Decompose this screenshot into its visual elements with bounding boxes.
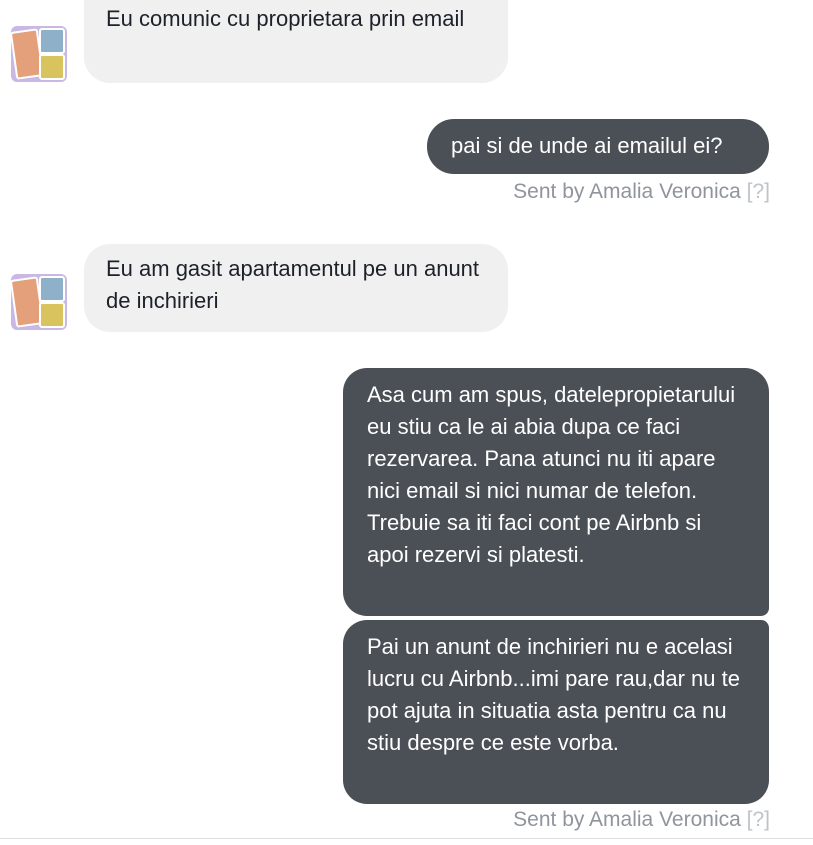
message-text: pai si de unde ai emailul ei?	[451, 133, 723, 158]
incoming-bubble[interactable]: Eu comunic cu proprietara prin email	[84, 0, 508, 83]
sent-by-text: Sent by Amalia Veronica	[513, 808, 741, 831]
outgoing-bubble[interactable]: pai si de unde ai emailul ei?	[427, 119, 769, 174]
message-text: Eu comunic cu proprietara prin email	[106, 6, 465, 31]
sent-by-text: Sent by Amalia Veronica	[513, 180, 741, 203]
incoming-message: Eu comunic cu proprietara prin email	[0, 0, 813, 90]
help-link[interactable]: [?]	[747, 180, 770, 203]
incoming-bubble[interactable]: Eu am gasit apartamentul pe un anunt de …	[84, 244, 508, 332]
incoming-message: Eu am gasit apartamentul pe un anunt de …	[0, 240, 813, 335]
message-text: Eu am gasit apartamentul pe un anunt de …	[106, 256, 480, 313]
outgoing-message: pai si de unde ai emailul ei? Sent by Am…	[0, 110, 813, 215]
outgoing-bubble[interactable]: Asa cum am spus, datelepropietarului eu …	[343, 368, 769, 616]
message-text: Asa cum am spus, datelepropietarului eu …	[367, 382, 736, 567]
outgoing-bubble[interactable]: Pai un anunt de inchirieri nu e acelasi …	[343, 620, 769, 804]
sent-by-label: Sent by Amalia Veronica [?]	[513, 180, 770, 204]
contact-avatar[interactable]	[11, 274, 67, 330]
contact-avatar[interactable]	[11, 26, 67, 82]
divider	[0, 838, 813, 839]
message-text: Pai un anunt de inchirieri nu e acelasi …	[367, 634, 740, 755]
help-link[interactable]: [?]	[747, 808, 770, 831]
sent-by-label: Sent by Amalia Veronica [?]	[513, 808, 770, 832]
